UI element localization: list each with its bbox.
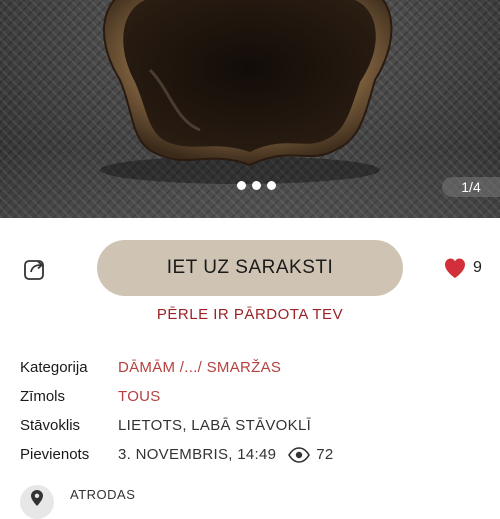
- gallery-dot[interactable]: [252, 181, 261, 190]
- gallery-dot[interactable]: [267, 181, 276, 190]
- category-link[interactable]: DĀMĀM /.../ SMARŽAS: [118, 359, 281, 376]
- added-label: Pievienots: [20, 446, 90, 463]
- location-section[interactable]: ATRODAS: [20, 481, 136, 519]
- gallery-dot[interactable]: [237, 181, 246, 190]
- views-count: 72: [316, 446, 334, 463]
- detail-row-added: Pievienots 3. NOVEMBRIS, 14:49 72: [20, 440, 334, 469]
- product-photo[interactable]: 1/4: [0, 0, 500, 218]
- image-counter: 1/4: [442, 177, 500, 197]
- sold-status-text: PĒRLE IR PĀRDOTA TEV: [156, 306, 344, 323]
- favorite-count: 9: [473, 259, 482, 276]
- category-label: Kategorija: [20, 359, 88, 376]
- detail-row-brand: Zīmols TOUS: [20, 382, 334, 411]
- detail-row-condition: Stāvoklis LIETOTS, LABĀ STĀVOKLĪ: [20, 411, 334, 440]
- eye-icon: [288, 446, 311, 463]
- detail-row-category: Kategorija DĀMĀM /.../ SMARŽAS: [20, 353, 334, 382]
- go-to-listing-button[interactable]: IET UZ SARAKSTI: [97, 240, 403, 296]
- gallery-dots[interactable]: [237, 181, 276, 190]
- heart-icon[interactable]: [443, 257, 467, 279]
- condition-value: LIETOTS, LABĀ STĀVOKLĪ: [118, 417, 312, 434]
- brand-link[interactable]: TOUS: [118, 388, 161, 405]
- brand-label: Zīmols: [20, 388, 65, 405]
- condition-label: Stāvoklis: [20, 417, 81, 434]
- added-value: 3. NOVEMBRIS, 14:49: [118, 446, 277, 463]
- location-title: ATRODAS: [70, 486, 136, 502]
- views-counter: 72: [288, 446, 333, 463]
- favorite-button[interactable]: 9: [443, 257, 482, 279]
- location-pin-icon: [20, 485, 54, 519]
- share-arrow-icon[interactable]: [22, 256, 48, 282]
- item-details: Kategorija DĀMĀM /.../ SMARŽAS Zīmols TO…: [20, 353, 334, 469]
- action-row: IET UZ SARAKSTI 9: [0, 240, 500, 296]
